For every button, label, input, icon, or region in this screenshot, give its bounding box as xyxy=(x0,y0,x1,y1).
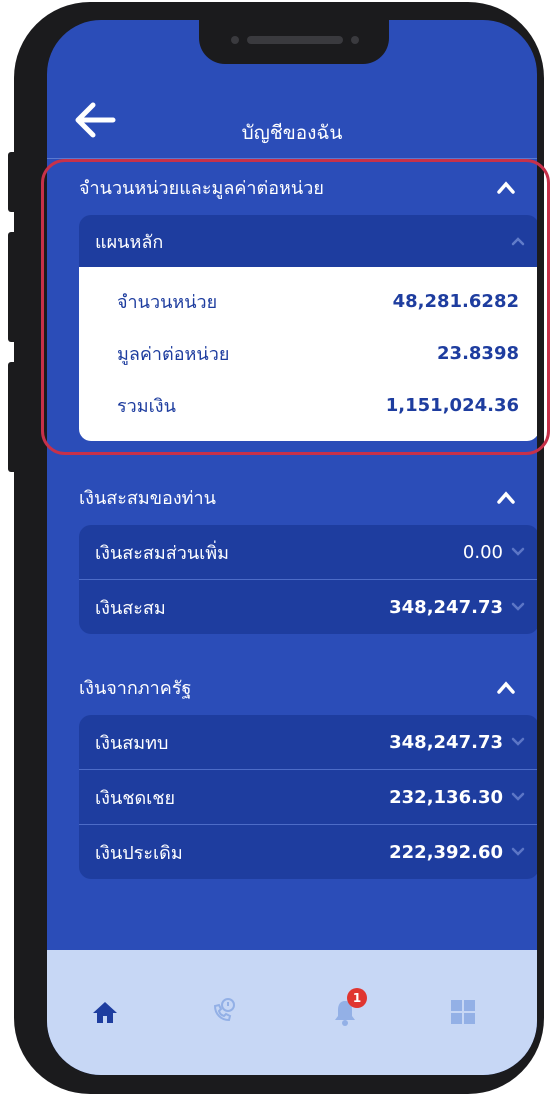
side-button-volume-down xyxy=(8,362,20,472)
side-button-volume-up xyxy=(8,232,20,342)
nav-home[interactable] xyxy=(85,992,125,1032)
row-value: 222,392.60 xyxy=(389,841,503,863)
section-header-government[interactable]: เงินจากภาครัฐ xyxy=(47,665,537,709)
gov-row-initial[interactable]: เงินประเดิม 222,392.60 xyxy=(79,825,537,879)
row-label: เงินประเดิม xyxy=(95,842,183,864)
row-label: เงินสมทบ xyxy=(95,732,169,754)
nav-contact[interactable] xyxy=(203,992,243,1032)
chevron-down-icon xyxy=(511,847,525,856)
page-title: บัญชีของฉัน xyxy=(241,122,343,144)
row-value: 232,136.30 xyxy=(389,786,503,808)
highlight-outline xyxy=(41,159,550,455)
row-value: 0.00 xyxy=(462,541,503,563)
phone-info-icon xyxy=(213,998,235,1022)
chevron-down-icon xyxy=(511,547,525,556)
nav-notifications[interactable]: 1 xyxy=(325,988,367,1032)
section-title-government: เงินจากภาครัฐ xyxy=(79,677,192,699)
gov-row-contribution[interactable]: เงินสมทบ 348,247.73 xyxy=(79,715,537,770)
chevron-up-icon xyxy=(497,681,515,694)
notification-badge: 1 xyxy=(347,988,367,1008)
bottom-navigation: 1 xyxy=(47,950,537,1075)
nav-menu[interactable] xyxy=(443,992,483,1032)
chevron-down-icon xyxy=(511,602,525,611)
section-title-savings: เงินสะสมของท่าน xyxy=(79,487,216,509)
row-label: เงินชดเชย xyxy=(95,787,176,809)
chevron-down-icon xyxy=(511,737,525,746)
grid-menu-icon xyxy=(451,1000,475,1024)
savings-card: เงินสะสมส่วนเพิ่ม 0.00 เงินสะสม 348,247.… xyxy=(79,525,537,634)
row-value: 348,247.73 xyxy=(389,731,503,753)
home-icon xyxy=(93,1002,117,1023)
side-button-silent xyxy=(8,152,20,212)
phone-notch xyxy=(199,20,389,64)
chevron-down-icon xyxy=(511,792,525,801)
government-card: เงินสมทบ 348,247.73 เงินชดเชย 232,136.30… xyxy=(79,715,537,879)
row-label: เงินสะสม xyxy=(95,597,166,619)
row-label: เงินสะสมส่วนเพิ่ม xyxy=(95,542,230,564)
section-header-savings[interactable]: เงินสะสมของท่าน xyxy=(47,475,537,519)
savings-row-extra[interactable]: เงินสะสมส่วนเพิ่ม 0.00 xyxy=(79,525,537,580)
gov-row-compensation[interactable]: เงินชดเชย 232,136.30 xyxy=(79,770,537,825)
chevron-up-icon xyxy=(497,491,515,504)
row-value: 348,247.73 xyxy=(389,596,503,618)
savings-row-main[interactable]: เงินสะสม 348,247.73 xyxy=(79,580,537,634)
